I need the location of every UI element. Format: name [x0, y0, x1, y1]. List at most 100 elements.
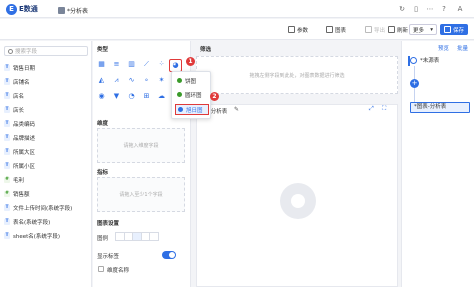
field-item[interactable]: # 毛利 [4, 175, 90, 185]
help-icon[interactable]: ? [440, 5, 448, 13]
menu-item-label: 旭日图 [186, 107, 203, 114]
text-type-icon: T [4, 149, 10, 155]
legend-right-icon[interactable] [142, 233, 151, 240]
preview-link[interactable]: 预览 [438, 44, 449, 52]
field-item[interactable]: T 店名 [4, 91, 90, 101]
filter-dropzone[interactable]: 拖拽左侧字段到此处，对图表数据进行筛选 [196, 56, 398, 94]
field-panel: 搜索字段 T 销售日期 T 店铺名 T 店名 T 店长 T 品类编码 T 品牌描述 T 所属大… [0, 41, 92, 287]
type-title: 类型 [97, 47, 109, 53]
params-label: 参数 [297, 27, 309, 34]
save-button[interactable]: 保存 [440, 24, 468, 35]
app-logo[interactable]: E E数通 [6, 3, 54, 15]
radar-chart-icon[interactable]: ✶ [157, 76, 166, 85]
export-icon [365, 26, 372, 33]
text-type-icon: T [4, 93, 10, 99]
dimension-dropzone[interactable]: 请拖入维度字段 [97, 128, 185, 163]
show-label-label: 显示标签 [97, 254, 120, 260]
area-chart-icon[interactable]: ◭ [97, 76, 106, 85]
menu-item-sunburst[interactable]: 旭日图 [175, 104, 209, 115]
batch-link[interactable]: 批量 [457, 44, 468, 52]
chart-node-label: *图表-分析表 [414, 104, 447, 110]
field-item[interactable]: T 店铺名 [4, 77, 90, 87]
field-item[interactable]: T 店长 [4, 105, 90, 115]
chart-icon [326, 26, 333, 33]
search-icon [8, 48, 13, 54]
dim-name-checkbox[interactable] [98, 266, 104, 272]
export-label: 导出 [374, 27, 386, 34]
back-icon[interactable]: ↻ [398, 5, 406, 13]
text-type-icon: T [4, 219, 10, 225]
field-item[interactable]: T 品类编码 [4, 119, 90, 129]
tree-chart-icon[interactable]: ⊞ [142, 92, 151, 101]
more-dropdown[interactable]: 更多 ▾ [409, 24, 437, 35]
menu-item-pie[interactable]: 饼图 [175, 75, 209, 86]
bubble-chart-icon[interactable]: ∘ [142, 76, 151, 85]
legend-label: 图例 [97, 236, 109, 242]
search-placeholder: 搜索字段 [15, 49, 38, 55]
edit-icon[interactable]: ✎ [234, 106, 239, 113]
legend-left-icon[interactable] [125, 233, 134, 240]
field-item[interactable]: T 销售日期 [4, 63, 90, 73]
logo-text: E数通 [19, 5, 38, 13]
column-chart-icon[interactable]: ▥ [127, 60, 136, 69]
legend-position-group [115, 232, 159, 241]
tab-analysis[interactable]: *分析表 [58, 4, 108, 16]
ellipsis-icon[interactable]: ⋯ [426, 5, 434, 13]
sheet-icon [58, 6, 65, 14]
field-item[interactable]: T 品牌描述 [4, 133, 90, 143]
expand-icon[interactable]: ⤢ [369, 105, 374, 113]
gauge-chart-icon[interactable]: ◔ [127, 92, 136, 101]
chart-button[interactable]: 图表 [326, 24, 346, 35]
field-item[interactable]: Tsheet名(系统字段) [4, 231, 90, 241]
field-label: 品类编码 [13, 122, 36, 128]
text-type-icon: T [4, 121, 10, 127]
pin-icon[interactable]: ▯ [412, 5, 420, 13]
field-item[interactable]: T 表名(系统字段) [4, 217, 90, 227]
refresh-label: 刷新 [397, 27, 409, 34]
show-label-toggle[interactable] [162, 251, 176, 259]
dim-name-label: 维度名称 [107, 268, 130, 274]
export-button[interactable]: 导出 [365, 24, 385, 35]
filter-placeholder: 拖拽左侧字段到此处，对图表数据进行筛选 [249, 72, 345, 79]
settings-title: 图表设置 [97, 221, 120, 227]
legend-top-icon[interactable] [150, 233, 158, 240]
params-button[interactable]: 参数 [288, 24, 308, 35]
text-type-icon: T [4, 233, 10, 239]
fullscreen-icon[interactable]: ⛶ [382, 105, 386, 113]
chart-placeholder-icon [280, 183, 316, 219]
add-node-button[interactable]: + [410, 79, 419, 88]
wave-chart-icon[interactable]: ∿ [127, 76, 136, 85]
legend-bottom-icon[interactable] [133, 233, 142, 240]
scatter-chart-icon[interactable]: ⁘ [157, 60, 166, 69]
text-type-icon: T [4, 163, 10, 169]
save-label: 保存 [452, 27, 464, 34]
refresh-button[interactable]: 刷新 [388, 24, 408, 35]
text-type-icon: T [4, 79, 10, 85]
field-item[interactable]: # 销售额 [4, 189, 90, 199]
wordcloud-chart-icon[interactable]: ☁ [157, 92, 166, 101]
field-label: 所属小区 [13, 164, 36, 170]
field-label: 所属大区 [13, 150, 36, 156]
funnel-chart-icon[interactable]: ▼ [112, 92, 121, 101]
legend-none-icon[interactable] [116, 233, 125, 240]
combo-chart-icon[interactable]: ⩘ [112, 76, 121, 85]
field-item[interactable]: T 所属小区 [4, 161, 90, 171]
user-icon[interactable]: A [456, 5, 464, 13]
table-chart-icon[interactable]: ▦ [97, 60, 106, 69]
toolbar: 参数 图表 导出 刷新 更多 ▾ 保存 [0, 19, 474, 40]
field-label: sheet名(系统字段) [13, 234, 61, 240]
line-chart-icon[interactable]: ⟋ [142, 60, 151, 69]
field-item[interactable]: T 文件上传时间(系统字段) [4, 203, 90, 213]
menu-item-donut[interactable]: 圆环图 [175, 89, 209, 100]
field-label: 店铺名 [13, 80, 30, 86]
indicator-dropzone[interactable]: 请拖入至少1个字段 [97, 177, 185, 212]
map-chart-icon[interactable]: ◉ [97, 92, 106, 101]
step-badge-2: 2 [210, 92, 219, 101]
bar-chart-icon[interactable]: ≡ [112, 60, 121, 69]
search-input[interactable]: 搜索字段 [4, 46, 88, 56]
field-item[interactable]: T 所属大区 [4, 147, 90, 157]
tab-title: *分析表 [67, 7, 89, 15]
save-icon [443, 26, 451, 33]
chart-node[interactable]: *图表-分析表 [410, 102, 470, 113]
text-type-icon: T [4, 107, 10, 113]
